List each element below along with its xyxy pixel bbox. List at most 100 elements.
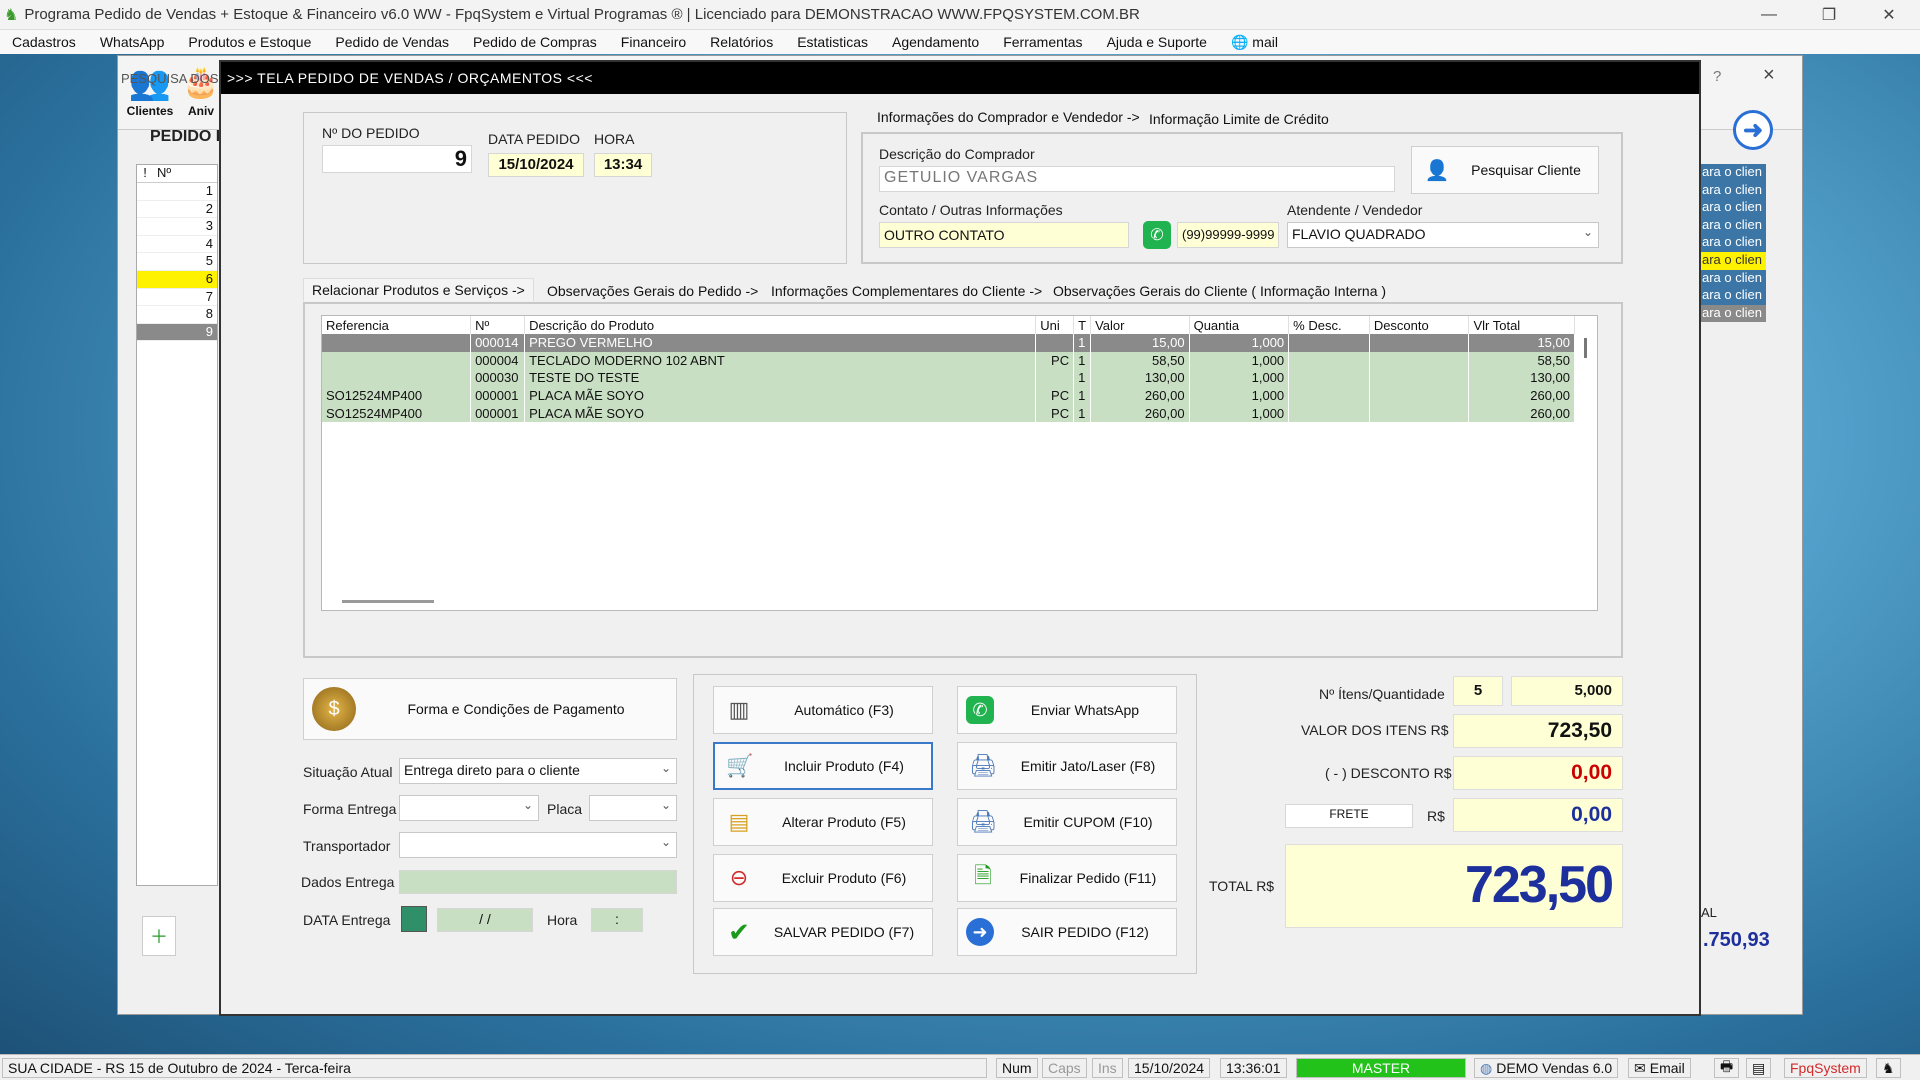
cell-num: 000001	[470, 386, 526, 405]
status-email[interactable]: ✉ Email	[1628, 1058, 1691, 1078]
enviar-whatsapp-button[interactable]: ✆ Enviar WhatsApp	[957, 686, 1177, 734]
list-item[interactable]: 3	[137, 218, 217, 236]
cell-uni: PC	[1035, 351, 1075, 370]
table-row[interactable]: SO12524MP400 000001 PLACA MÃE SOYO PC 1 …	[322, 386, 1575, 405]
table-row[interactable]: SO12524MP400 000001 PLACA MÃE SOYO PC 1 …	[322, 404, 1575, 422]
emitir-jato-button[interactable]: 🖨 Emitir Jato/Laser (F8)	[957, 742, 1177, 790]
phone-field[interactable]: (99)99999-9999	[1177, 222, 1279, 248]
menu-ajuda-suporte[interactable]: Ajuda e Suporte	[1095, 34, 1219, 50]
sair-pedido-button[interactable]: ➜ SAIR PEDIDO (F12)	[957, 908, 1177, 956]
salvar-pedido-button[interactable]: ✔ SALVAR PEDIDO (F7)	[713, 908, 933, 956]
pedido-heading: PEDIDO D	[150, 128, 228, 145]
frete-field-label[interactable]: FRETE	[1285, 804, 1413, 828]
tab-client-info[interactable]: Informações Complementares do Cliente ->	[763, 280, 1050, 302]
col-referencia[interactable]: Referencia	[322, 316, 472, 334]
order-date-field[interactable]: 15/10/2024	[488, 153, 584, 177]
restore-icon[interactable]: ❐	[1806, 0, 1852, 30]
situacao-select[interactable]: Entrega direto para o cliente ⌄	[399, 758, 677, 784]
tab-order-notes[interactable]: Observações Gerais do Pedido ->	[539, 280, 766, 302]
list-item[interactable]: 6	[137, 270, 217, 289]
list-item[interactable]: 9	[137, 323, 217, 342]
col-desconto[interactable]: Desconto	[1369, 316, 1470, 334]
col-valor[interactable]: Valor	[1090, 316, 1190, 334]
app-tray-icon[interactable]: ♞	[1876, 1058, 1901, 1078]
menu-produtos-estoque[interactable]: Produtos e Estoque	[176, 34, 323, 50]
col-unidade[interactable]: Uni	[1035, 316, 1075, 334]
menu-pedido-compras[interactable]: Pedido de Compras	[461, 34, 609, 50]
menu-mail[interactable]: 🌐 mail	[1219, 34, 1290, 51]
table-row[interactable]: 000014 PREGO VERMELHO 1 15,00 1,000 15,0…	[322, 334, 1575, 352]
printer-status-icon[interactable]: 🖶	[1714, 1058, 1740, 1078]
bg-close-icon[interactable]: ×	[1763, 64, 1775, 87]
col-pct-desc[interactable]: % Desc.	[1288, 316, 1370, 334]
contact-field[interactable]: OUTRO CONTATO	[879, 222, 1129, 248]
menu-pedido-vendas[interactable]: Pedido de Vendas	[323, 34, 461, 50]
hora-entrega-field[interactable]: :	[591, 908, 643, 932]
grid-h-scrollbar[interactable]	[342, 600, 434, 603]
close-icon[interactable]: ✕	[1866, 0, 1912, 30]
status-date: 15/10/2024	[1128, 1058, 1211, 1078]
payment-conditions-button[interactable]: $ Forma e Condições de Pagamento	[303, 678, 677, 740]
delete-list-icon: ⊖	[729, 865, 749, 890]
buyer-desc-field[interactable]: GETULIO VARGAS	[879, 166, 1395, 192]
search-client-label: Pesquisar Cliente	[1471, 162, 1581, 178]
col-quantia[interactable]: Quantia	[1189, 316, 1290, 334]
placa-select[interactable]: ⌄	[589, 795, 677, 821]
incluir-produto-button[interactable]: 🛒 Incluir Produto (F4)	[713, 742, 933, 790]
data-entrega-field[interactable]: / /	[437, 908, 533, 932]
emitir-cupom-label: Emitir CUPOM (F10)	[1023, 814, 1153, 830]
list-item[interactable]: 1	[137, 183, 217, 201]
forward-arrow-icon[interactable]: ➜	[1733, 110, 1773, 150]
right-list-item: ara o clien	[1700, 287, 1766, 305]
menu-cadastros[interactable]: Cadastros	[0, 34, 88, 50]
grid-v-scrollbar[interactable]	[1584, 338, 1587, 358]
list-item[interactable]: 8	[137, 306, 217, 324]
list-item[interactable]: 2	[137, 201, 217, 219]
col-vlr-total[interactable]: Vlr Total	[1468, 316, 1575, 334]
finalizar-pedido-button[interactable]: 🗎 Finalizar Pedido (F11)	[957, 854, 1177, 902]
menu-relatorios[interactable]: Relatórios	[698, 34, 785, 50]
order-hour-field[interactable]: 13:34	[594, 153, 652, 177]
order-number-field[interactable]: 9	[322, 145, 472, 173]
calendar-icon[interactable]	[401, 906, 427, 932]
table-row[interactable]: 000004 TECLADO MODERNO 102 ABNT PC 1 58,…	[322, 351, 1575, 370]
menu-whatsapp[interactable]: WhatsApp	[88, 34, 177, 50]
excluir-produto-button[interactable]: ⊖ Excluir Produto (F6)	[713, 854, 933, 902]
tab-products-services[interactable]: Relacionar Produtos e Serviços ->	[303, 278, 534, 301]
document-check-icon: 🗎	[974, 863, 992, 888]
col-tipo[interactable]: T	[1073, 316, 1092, 334]
seller-select[interactable]: FLAVIO QUADRADO ⌄	[1287, 222, 1599, 248]
minimize-icon[interactable]: —	[1746, 0, 1792, 30]
list-item[interactable]: 5	[137, 253, 217, 271]
alterar-produto-button[interactable]: ▤ Alterar Produto (F5)	[713, 798, 933, 846]
auto-button[interactable]: ▥ Automático (F3)	[713, 686, 933, 734]
frete-value-field[interactable]: 0,00	[1453, 798, 1623, 832]
search-client-button[interactable]: 👤 Pesquisar Cliente	[1411, 146, 1599, 194]
whatsapp-icon[interactable]: ✆	[1143, 221, 1171, 249]
calculator-icon[interactable]: ▤	[1746, 1058, 1772, 1078]
forma-entrega-label: Forma Entrega	[303, 801, 397, 817]
forma-entrega-select[interactable]: ⌄	[399, 795, 539, 821]
help-icon[interactable]: ?	[1713, 68, 1721, 85]
transportador-select[interactable]: ⌄	[399, 832, 677, 858]
list-item[interactable]: 7	[137, 289, 217, 307]
situacao-value: Entrega direto para o cliente	[404, 762, 580, 778]
cell-qtd: 1,000	[1189, 334, 1290, 352]
menu-ferramentas[interactable]: Ferramentas	[991, 34, 1094, 50]
cell-desc: TECLADO MODERNO 102 ABNT	[524, 351, 1037, 370]
col-numero[interactable]: Nº	[470, 316, 526, 334]
menu-estatisticas[interactable]: Estatisticas	[785, 34, 880, 50]
products-grid[interactable]: Referencia Nº Descrição do Produto Uni T…	[321, 315, 1598, 611]
emitir-cupom-button[interactable]: 🖨 Emitir CUPOM (F10)	[957, 798, 1177, 846]
dados-entrega-field[interactable]	[399, 870, 677, 894]
list-item[interactable]: 4	[137, 236, 217, 254]
tab-credit-limit[interactable]: Informação Limite de Crédito	[1141, 108, 1337, 130]
new-doc-button[interactable]: ＋	[142, 916, 176, 956]
table-row[interactable]: 000030 TESTE DO TESTE 1 130,00 1,000 130…	[322, 369, 1575, 387]
tab-buyer-seller[interactable]: Informações do Comprador e Vendedor ->	[869, 106, 1148, 128]
tab-client-notes[interactable]: Observações Gerais do Cliente ( Informaç…	[1045, 280, 1394, 302]
menu-financeiro[interactable]: Financeiro	[609, 34, 698, 50]
col-descricao[interactable]: Descrição do Produto	[524, 316, 1037, 334]
menu-agendamento[interactable]: Agendamento	[880, 34, 991, 50]
orders-list[interactable]: ! Nº 1 2 3 4 5 6 7 8 9	[136, 164, 218, 886]
